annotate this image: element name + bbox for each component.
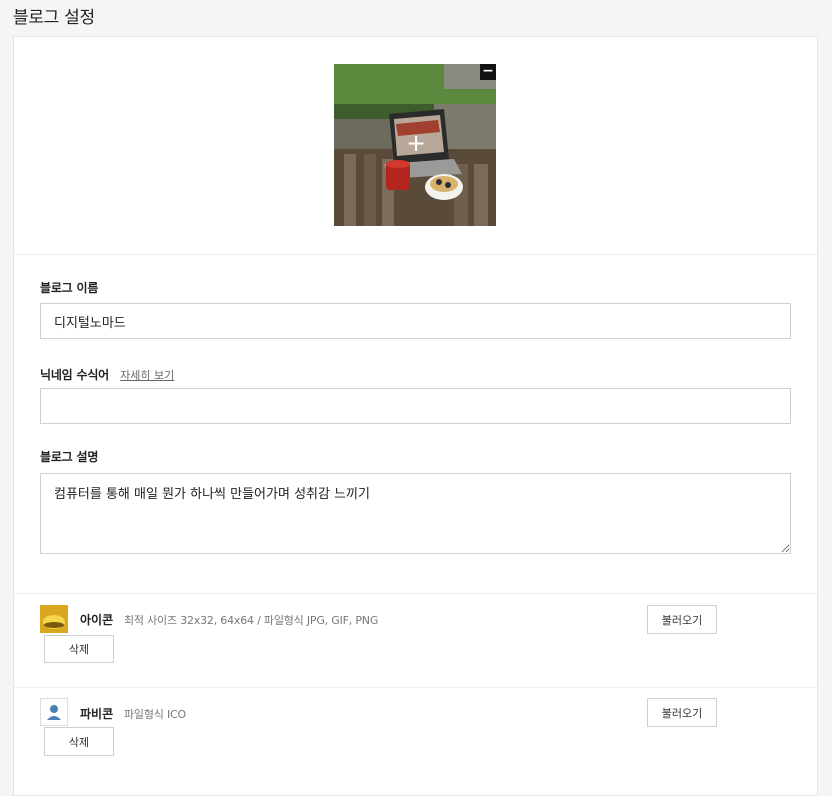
lemon-icon xyxy=(40,605,68,633)
blog-name-field-group: 블로그 이름 xyxy=(40,279,792,296)
favicon-row: 파비콘 파일형식 ICO 불러오기 삭제 xyxy=(14,687,817,768)
cover-add-icon[interactable]: + xyxy=(406,131,426,155)
cover-section: − + xyxy=(14,37,817,255)
blog-name-input[interactable] xyxy=(40,303,791,339)
user-icon xyxy=(47,705,61,720)
nickname-label: 닉네임 수식어 xyxy=(40,368,110,382)
favicon-delete-button[interactable]: 삭제 xyxy=(44,727,114,756)
nickname-field-group: 닉네임 수식어 자세히 보기 xyxy=(40,364,792,383)
favicon-description: 파일형식 ICO xyxy=(124,708,186,721)
blog-name-input-wrap xyxy=(40,303,792,339)
blog-description-textarea[interactable]: 컴퓨터를 통해 매일 뭔가 하나씩 만들어가며 성취감 느끼기 xyxy=(40,473,791,554)
icon-name: 아이콘 xyxy=(80,613,114,627)
nickname-input[interactable] xyxy=(40,388,791,424)
cover-image[interactable]: − + xyxy=(334,64,496,226)
favicon-load-button[interactable]: 불러오기 xyxy=(647,698,717,727)
icon-load-button[interactable]: 불러오기 xyxy=(647,605,717,634)
icon-row: 아이콘 최적 사이즈 32x32, 64x64 / 파일형식 JPG, GIF,… xyxy=(14,593,817,688)
blog-description-input-wrap: 컴퓨터를 통해 매일 뭔가 하나씩 만들어가며 성취감 느끼기 xyxy=(40,473,792,554)
blog-description-field-group: 블로그 설명 xyxy=(40,448,792,465)
settings-panel: − + 블로그 이름 닉네임 수식어 자세히 보기 블로그 설명 컴퓨터를 통해… xyxy=(13,36,818,796)
blog-name-label: 블로그 이름 xyxy=(40,281,99,295)
blog-description-label: 블로그 설명 xyxy=(40,450,99,464)
nickname-input-wrap xyxy=(40,388,792,424)
page-title: 블로그 설정 xyxy=(13,8,95,28)
nickname-help-link[interactable]: 자세히 보기 xyxy=(120,369,174,382)
icon-thumbnail xyxy=(40,605,68,633)
icon-delete-button[interactable]: 삭제 xyxy=(44,635,114,663)
icon-description: 최적 사이즈 32x32, 64x64 / 파일형식 JPG, GIF, PNG xyxy=(124,614,379,627)
favicon-name: 파비콘 xyxy=(80,707,114,721)
favicon-thumbnail xyxy=(40,698,68,726)
cover-remove-button[interactable]: − xyxy=(480,64,496,80)
